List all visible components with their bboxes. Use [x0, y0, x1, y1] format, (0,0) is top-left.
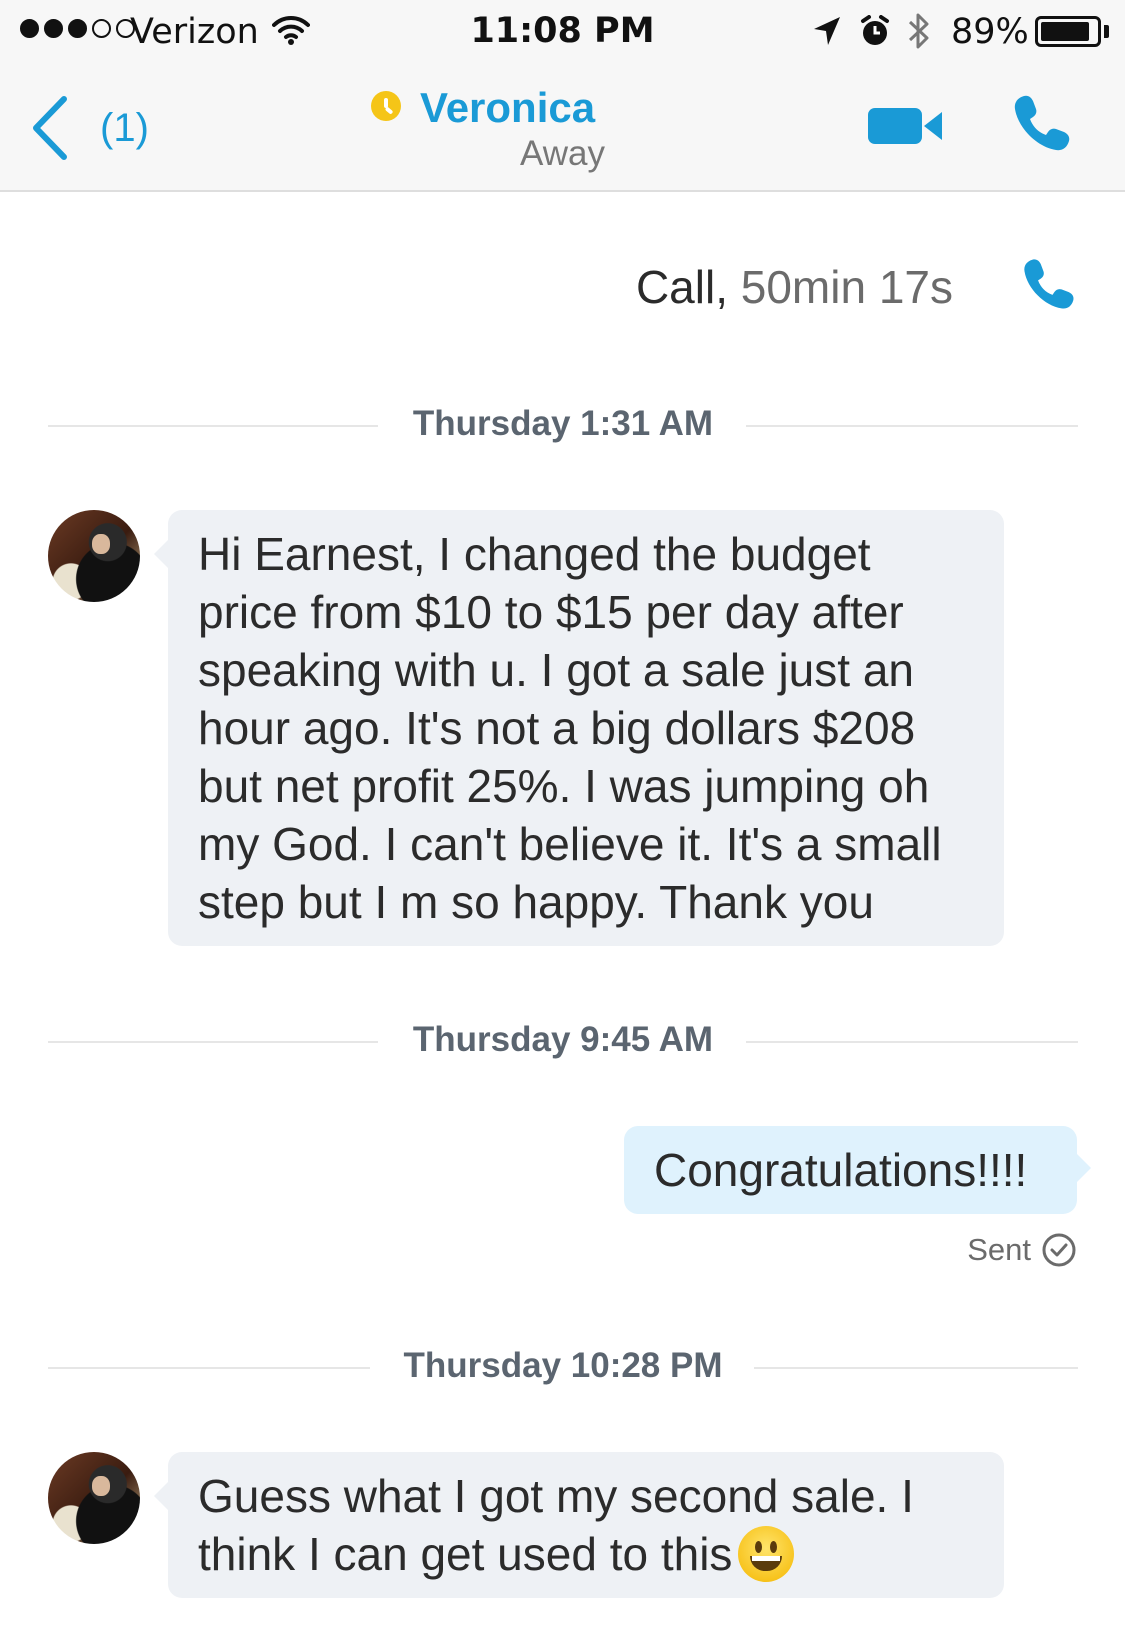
message-text-line: price from $10 to $15 per day after — [198, 586, 904, 638]
audio-call-button[interactable] — [1010, 92, 1072, 158]
message-text: think I can get used to this — [198, 1528, 733, 1580]
incoming-message-bubble[interactable]: Hi Earnest, I changed the budget price f… — [154, 510, 1004, 946]
message-text-line: but net profit 25%. I was jumping oh — [198, 760, 930, 812]
date-divider: Thursday 1:31 AM — [48, 396, 1078, 456]
date-divider: Thursday 9:45 AM — [48, 1012, 1078, 1072]
phone-icon — [1014, 95, 1070, 151]
location-arrow-icon — [812, 15, 842, 56]
contact-avatar[interactable] — [48, 510, 140, 602]
message-text-line: Hi Earnest, I changed the budget — [198, 528, 871, 580]
status-bar: Verizon 11:08 PM 89% — [0, 0, 1125, 64]
outgoing-message-bubble[interactable]: Congratulations!!!! — [624, 1126, 1091, 1214]
message-text-line: think I can get used to this — [198, 1525, 974, 1583]
contact-avatar[interactable] — [48, 1452, 140, 1544]
message-text-line: speaking with u. I got a sale just an — [198, 644, 914, 696]
contact-name[interactable]: Veronica — [420, 84, 595, 132]
chat-screen: Verizon 11:08 PM 89% (1) Veronica Away C… — [0, 0, 1125, 1630]
contact-presence-status: Away — [520, 134, 605, 173]
delivery-status: Sent — [967, 1232, 1077, 1268]
grinning-face-emoji — [738, 1526, 795, 1582]
message-text-line: Guess what I got my second sale. I — [198, 1470, 914, 1522]
phone-icon — [1020, 256, 1076, 316]
date-divider-label: Thursday 10:28 PM — [403, 1346, 723, 1385]
divider-line — [746, 425, 1078, 427]
incoming-message-bubble[interactable]: Guess what I got my second sale. I think… — [154, 1452, 1004, 1598]
message-text-line: my God. I can't believe it. It's a small — [198, 818, 942, 870]
call-label: Call, — [635, 261, 728, 313]
battery-fill — [1041, 22, 1089, 41]
sent-check-icon — [1042, 1233, 1076, 1267]
alarm-icon — [859, 15, 891, 58]
away-status-icon — [371, 91, 401, 121]
battery-tip — [1104, 25, 1109, 38]
battery-percentage: 89% — [951, 12, 1029, 52]
divider-line — [754, 1367, 1078, 1369]
video-call-icon — [868, 108, 942, 144]
date-divider-label: Thursday 9:45 AM — [412, 1020, 714, 1059]
sent-label: Sent — [967, 1232, 1031, 1267]
bluetooth-icon — [907, 10, 931, 61]
battery-icon — [1035, 16, 1101, 47]
message-text-line: hour ago. It's not a big dollars $208 — [198, 702, 916, 754]
divider-line — [746, 1041, 1078, 1043]
date-divider: Thursday 10:28 PM — [48, 1338, 1078, 1398]
message-text-line: step but I m so happy. Thank you — [198, 876, 874, 928]
call-history-item[interactable]: Call, 50min 17s — [0, 250, 1125, 330]
video-call-button[interactable] — [866, 104, 944, 152]
call-summary: Call, 50min 17s — [636, 260, 953, 314]
call-duration: 50min 17s — [740, 261, 953, 313]
conversation-header: (1) Veronica Away — [0, 64, 1125, 192]
date-divider-label: Thursday 1:31 AM — [412, 404, 714, 443]
message-text: Congratulations!!!! — [654, 1144, 1028, 1196]
